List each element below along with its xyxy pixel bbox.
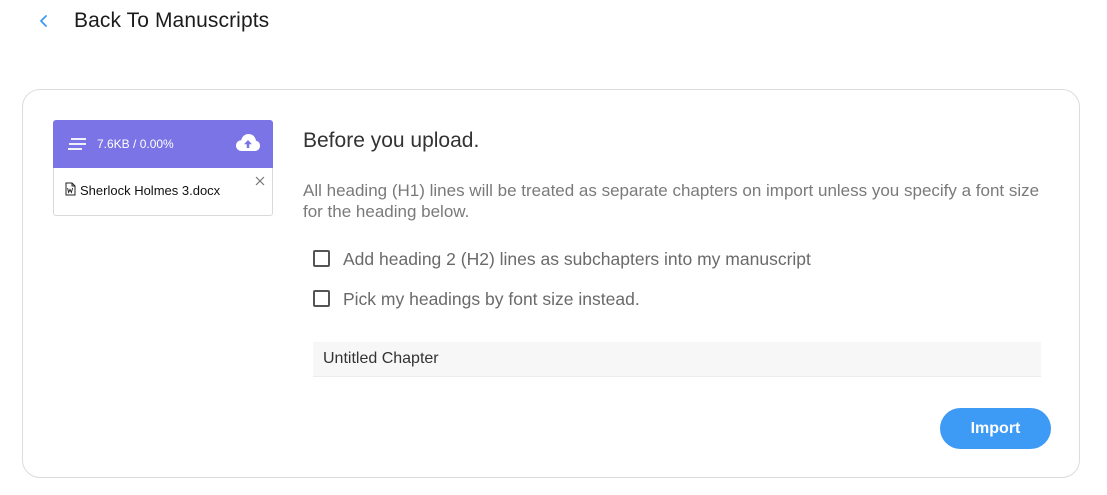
file-progress-text: 7.6KB / 0.00%: [97, 137, 174, 151]
uploaded-file-widget: 7.6KB / 0.00% Sherlock Holmes 3.docx: [53, 120, 273, 216]
word-doc-icon: [65, 182, 76, 196]
import-description: All heading (H1) lines will be treated a…: [303, 181, 1040, 221]
chapter-name-input[interactable]: [313, 342, 1041, 377]
file-upload-header: 7.6KB / 0.00%: [53, 120, 273, 168]
font-size-headings-checkbox[interactable]: [313, 290, 330, 307]
page-title: Before you upload.: [303, 129, 480, 152]
close-icon[interactable]: [254, 174, 266, 186]
file-entry: Sherlock Holmes 3.docx: [53, 168, 273, 216]
import-card: 7.6KB / 0.00% Sherlock Holmes 3.docx Bef…: [22, 89, 1080, 478]
file-name: Sherlock Holmes 3.docx: [80, 183, 221, 198]
h2-subchapters-label[interactable]: Add heading 2 (H2) lines as subchapters …: [343, 249, 811, 270]
chevron-left-icon[interactable]: [36, 12, 52, 30]
font-size-headings-label[interactable]: Pick my headings by font size instead.: [343, 289, 640, 310]
menu-lines-icon: [67, 137, 87, 151]
h2-subchapters-checkbox[interactable]: [313, 250, 330, 267]
cloud-upload-icon[interactable]: [235, 132, 261, 154]
top-bar: Back To Manuscripts: [0, 0, 1107, 44]
back-to-manuscripts-link[interactable]: Back To Manuscripts: [74, 9, 269, 33]
import-button[interactable]: Import: [940, 408, 1051, 449]
